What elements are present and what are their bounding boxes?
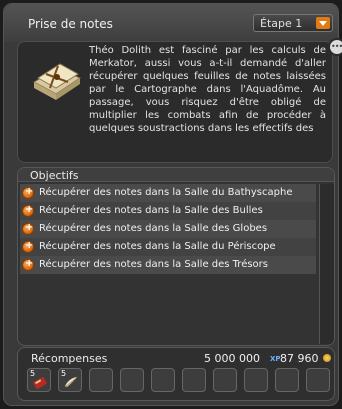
quest-description: Théo Dolith est fasciné par les calculs … — [89, 45, 326, 134]
kamas-reward-value: 87 960 — [280, 352, 319, 365]
reward-slot-empty — [120, 368, 144, 392]
reward-slot-empty — [213, 368, 237, 392]
chevron-down-icon[interactable] — [316, 17, 330, 29]
reward-slot[interactable]: 5 — [58, 368, 82, 392]
objectives-title: Objectifs — [30, 169, 79, 182]
objective-label: Récupérer des notes dans la Salle du Pér… — [39, 241, 276, 252]
objective-plus-icon[interactable] — [22, 240, 34, 253]
objective-label: Récupérer des notes dans la Salle du Bat… — [39, 187, 293, 198]
step-select[interactable]: Étape 1 — [253, 14, 333, 32]
xp-reward-value: 5 000 000 — [204, 352, 260, 365]
reward-qty: 5 — [61, 369, 67, 378]
quest-description-panel: Théo Dolith est fasciné par les calculs … — [17, 41, 333, 163]
objective-row[interactable]: Récupérer des notes dans la Salle des Gl… — [20, 220, 316, 238]
rewards-title: Récompenses — [31, 352, 108, 365]
objective-plus-icon[interactable] — [22, 204, 34, 217]
objective-plus-icon[interactable] — [22, 186, 34, 199]
quest-window: Prise de notes Étape 1 Théo Dolith est f… — [3, 3, 342, 406]
reward-slot-empty — [182, 368, 206, 392]
reward-slot-empty — [244, 368, 268, 392]
objective-label: Récupérer des notes dans la Salle des Gl… — [39, 223, 268, 234]
objective-label: Récupérer des notes dans la Salle des Bu… — [39, 205, 263, 216]
rewards-panel: Récompenses 5 000 000 XP 87 960 5 5 — [17, 347, 335, 401]
window-title: Prise de notes — [28, 17, 113, 31]
objectives-scrollbar[interactable] — [319, 184, 334, 344]
objective-row[interactable]: Récupérer des notes dans la Salle des Bu… — [20, 202, 316, 220]
reward-slot-empty — [306, 368, 330, 392]
kama-coin-icon — [323, 354, 331, 362]
objective-row[interactable]: Récupérer des notes dans la Salle du Bat… — [20, 184, 316, 202]
step-select-value: Étape 1 — [260, 17, 303, 30]
reward-slot-empty — [151, 368, 175, 392]
objective-row[interactable]: Récupérer des notes dans la Salle des Tr… — [20, 256, 316, 274]
objective-plus-icon[interactable] — [22, 258, 34, 271]
objective-plus-icon[interactable] — [22, 222, 34, 235]
reward-slot-empty — [89, 368, 113, 392]
reward-slots: 5 5 — [27, 368, 331, 394]
quest-scroll-icon — [32, 63, 82, 100]
title-bar: Prise de notes Étape 1 — [4, 4, 338, 42]
reward-slot[interactable]: 5 — [27, 368, 51, 392]
reward-qty: 5 — [30, 369, 36, 378]
objectives-list: Récupérer des notes dans la Salle du Bat… — [20, 184, 316, 274]
xp-icon: XP — [270, 355, 281, 363]
more-options-icon[interactable] — [328, 38, 342, 56]
objectives-header: Objectifs — [18, 168, 334, 182]
objective-row[interactable]: Récupérer des notes dans la Salle du Pér… — [20, 238, 316, 256]
objectives-panel: Objectifs Récupérer des notes dans la Sa… — [17, 167, 335, 346]
objective-label: Récupérer des notes dans la Salle des Tr… — [39, 259, 268, 270]
reward-slot-empty — [275, 368, 299, 392]
